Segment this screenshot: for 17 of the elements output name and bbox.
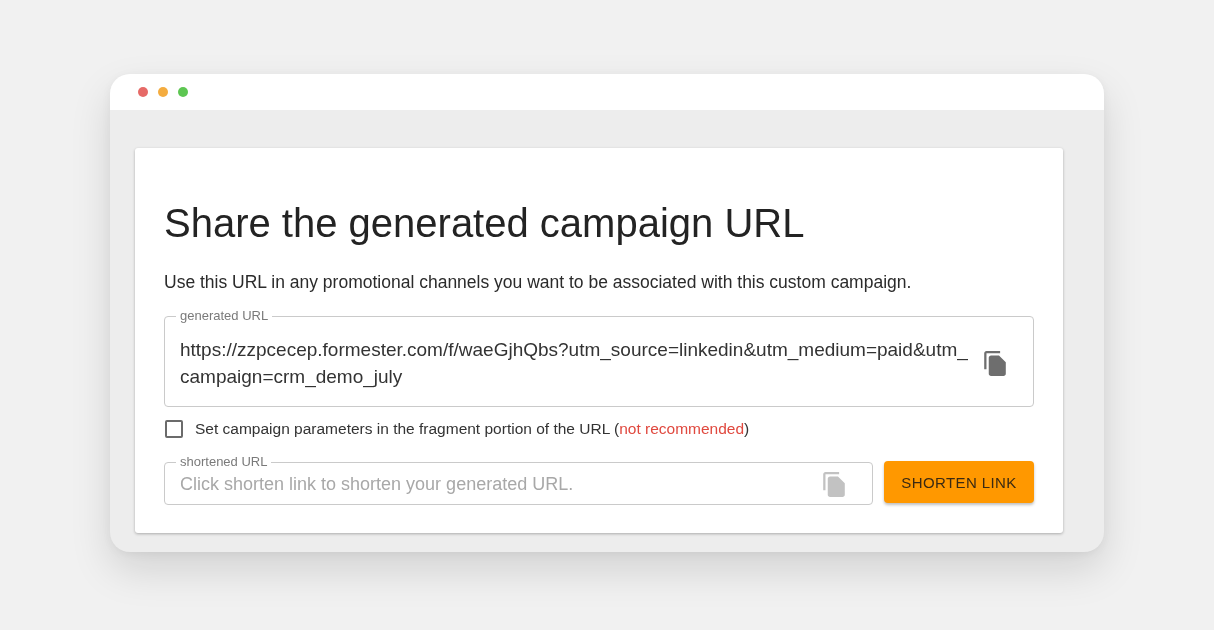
description-text: Use this URL in any promotional channels you want to be associated with this custom campaign. [164, 271, 913, 294]
window-dot-icon[interactable] [178, 87, 188, 97]
copy-icon [823, 472, 845, 497]
field-label: shortened URL [179, 455, 269, 469]
copy-icon [984, 350, 1006, 376]
window-dot-icon[interactable] [138, 87, 148, 97]
url-text: https://zzpcecep.formester.com/f/waeGjhQbs?utm_source=linkedin&utm_medium=paid&utm_campaign=crm_demo_july [180, 338, 969, 390]
checkbox[interactable] [165, 420, 183, 438]
window-dot-icon[interactable] [158, 87, 168, 97]
field-label: generated URL [179, 309, 270, 323]
shortened-url-field[interactable]: shortened URL Click shorten link to shorten your generated URL. [164, 455, 873, 505]
shorten-link-button[interactable]: SHORTEN LINK [884, 461, 1034, 503]
copy-button[interactable] [984, 350, 1006, 376]
shortened-url-input[interactable]: Click shorten link to shorten your generated URL. [180, 472, 823, 497]
generated-url-field[interactable]: generated URL https://zzpcecep.formester.com/f/waeGjhQbs?utm_source=linkedin&utm_medium=paid&utm_campaign=crm_demo_july [164, 309, 1034, 407]
checkbox-label: Set campaign parameters in the fragment portion of the URL (not recommended) [195, 419, 750, 439]
card-title: Share the generated campaign URL [164, 200, 806, 247]
